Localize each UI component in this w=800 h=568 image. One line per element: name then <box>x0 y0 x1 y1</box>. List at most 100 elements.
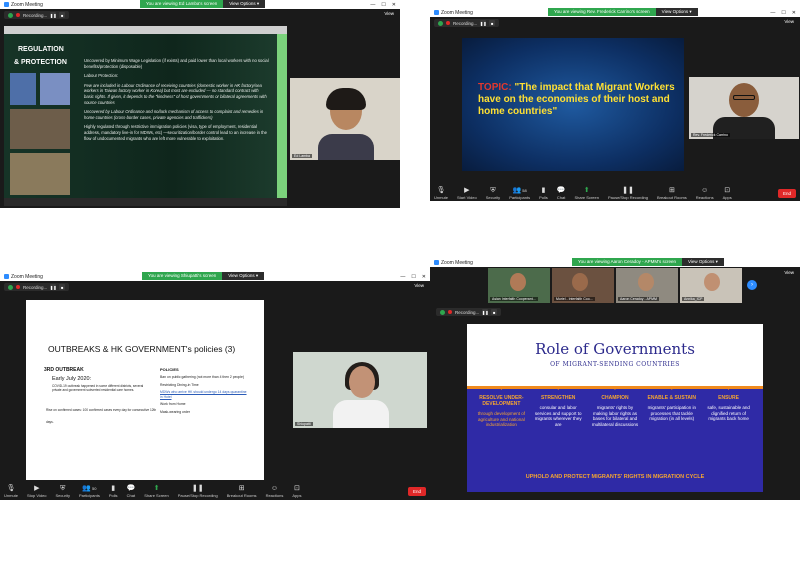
apps-icon: ⊡ <box>293 484 300 492</box>
close-icon[interactable]: ✕ <box>392 2 396 8</box>
pause-recording-icon[interactable]: ❚❚ <box>480 20 487 26</box>
close-icon[interactable]: ✕ <box>792 10 796 16</box>
column-4: ▼ ENABLE & SUSTAIN migrants' participati… <box>643 386 700 476</box>
next-participants-arrow-icon[interactable]: › <box>747 280 757 290</box>
view-button[interactable]: View <box>784 270 794 275</box>
view-button[interactable]: View <box>414 283 424 288</box>
zoom-logo-icon <box>434 260 439 265</box>
unmute-button[interactable]: 🎙 Unmute <box>4 485 18 498</box>
reactions-label: Reactions <box>265 492 284 498</box>
policy-1: Ban on public gathering (not more than 4… <box>160 375 245 379</box>
slide-topic-label: TOPIC: <box>478 82 512 93</box>
participants-label: Participants <box>509 194 531 200</box>
pause-stop-recording-button[interactable]: ❚❚ Pause/Stop Recording <box>178 485 218 498</box>
slide-text-body: Uncovered by Minimum Wage Legislation (i… <box>84 58 269 141</box>
zoom-logo-icon <box>4 274 9 279</box>
encryption-shield-icon <box>8 284 13 290</box>
participant-video: Ed Lamba <box>290 78 400 160</box>
apps-button[interactable]: ⊡ Apps <box>723 187 732 200</box>
recording-icon: ❚❚ <box>622 186 634 194</box>
window-title: Zoom Meeting <box>441 9 473 16</box>
breakout-rooms-button[interactable]: ⊞ Breakout Rooms <box>227 485 257 498</box>
breakout-rooms-button[interactable]: ⊞ Breakout Rooms <box>657 187 687 200</box>
video-camera-icon: ▶ <box>34 484 40 492</box>
column-head: RESOLVE UNDER-DEVELOPMENT <box>479 395 524 407</box>
minimize-icon[interactable]: — <box>400 274 405 280</box>
apps-label: Apps <box>292 492 302 498</box>
maximize-icon[interactable]: ☐ <box>381 2 385 8</box>
slide-footer: UPHOLD AND PROTECT MIGRANTS' RIGHTS IN M… <box>525 474 705 480</box>
stop-recording-icon[interactable]: ■ <box>491 309 498 315</box>
pause-recording-icon[interactable]: ❚❚ <box>50 12 57 18</box>
shield-icon: ⛨ <box>490 186 496 194</box>
slide-sub-left: 3RD OUTBREAK <box>44 367 84 373</box>
pause-stop-recording-button[interactable]: ❚❚ Pause/Stop Recording <box>608 187 648 200</box>
policy-4: Work from Home <box>160 402 186 407</box>
chat-button[interactable]: 💬 Chat <box>557 187 566 200</box>
view-options-button[interactable]: View Options ▾ <box>682 258 724 266</box>
participants-button[interactable]: 👥50 Participants <box>79 485 100 498</box>
participant-face <box>638 273 654 291</box>
close-icon[interactable]: ✕ <box>422 274 426 280</box>
end-meeting-button[interactable]: End <box>777 188 796 198</box>
chat-icon: 💬 <box>556 186 566 194</box>
recording-indicator: Recording... ❚❚ ■ <box>436 308 502 316</box>
shared-slide: TOPIC: "The impact that Migrant Workers … <box>462 38 684 171</box>
participant-face <box>510 273 526 291</box>
participant-tile: Aaron Ceradoy - APMM <box>616 268 678 303</box>
minimize-icon[interactable]: — <box>370 2 375 8</box>
end-meeting-button[interactable]: End <box>407 486 426 496</box>
meeting-toolbar: 🎙 Unmute ▶ Start Video ⛨ Security 👥58 Partic… <box>430 185 800 201</box>
column-body: consular and labor services and support … <box>534 405 582 427</box>
reactions-button[interactable]: ☺ Reactions <box>266 485 284 498</box>
participants-count: 50 <box>92 485 97 491</box>
security-button[interactable]: ⛨ Security <box>56 485 70 498</box>
slide-early-detail: COVID-19 outbreak happened in some diffe… <box>52 384 144 392</box>
polls-button[interactable]: ▮ Polls <box>109 485 118 498</box>
reactions-button[interactable]: ☺ Reactions <box>696 187 714 200</box>
maximize-icon[interactable]: ☐ <box>411 274 415 280</box>
stop-recording-icon[interactable]: ■ <box>59 12 66 18</box>
reactions-icon: ☺ <box>701 186 709 194</box>
share-banner: You are viewing Ed Lamba's screen View O… <box>140 0 266 8</box>
minimize-icon[interactable]: — <box>770 10 775 16</box>
photo-4 <box>10 153 70 195</box>
share-screen-button[interactable]: ⬆ Share Screen <box>144 485 168 498</box>
view-button[interactable]: View <box>784 19 794 24</box>
view-button[interactable]: View <box>384 11 394 16</box>
pause-recording-icon[interactable]: ❚❚ <box>482 309 489 315</box>
view-options-button[interactable]: View Options ▾ <box>222 272 265 280</box>
slide-bullet-4: Uncovered by Labour Ordinance and no/lac… <box>84 109 264 120</box>
stop-video-button[interactable]: ▶ Stop Video <box>27 485 47 498</box>
unmute-button[interactable]: 🎙 Unmute <box>434 187 448 200</box>
breakout-rooms-label: Breakout Rooms <box>226 492 257 498</box>
apps-button[interactable]: ⊡ Apps <box>292 485 301 498</box>
maximize-icon[interactable]: ☐ <box>781 10 785 16</box>
participant-shirt <box>318 134 374 160</box>
share-screen-button[interactable]: ⬆ Share Screen <box>574 187 598 200</box>
encryption-shield-icon <box>8 12 13 18</box>
view-options-button[interactable]: View Options ▾ <box>655 8 698 16</box>
polls-button[interactable]: ▮ Polls <box>539 187 548 200</box>
participant-glasses <box>733 95 755 100</box>
slide-early: Early July 2020: <box>52 376 92 382</box>
security-button[interactable]: ⛨ Security <box>486 187 500 200</box>
slide-columns: ▼ RESOLVE UNDER-DEVELOPMENT through deve… <box>473 386 757 476</box>
stop-recording-icon[interactable]: ■ <box>489 20 496 26</box>
slide-bullet-3: Few are included in Labour Ordinance of … <box>84 82 267 105</box>
participant-tile: Annika_ICP <box>680 268 742 303</box>
zoom-logo-icon <box>434 10 439 15</box>
participant-name: Rev. Frederick Carrino <box>691 133 730 137</box>
stop-recording-icon[interactable]: ■ <box>59 284 66 290</box>
zoom-window-q1: Zoom Meeting — ☐ ✕ You are viewing Ed Lamb… <box>0 0 400 208</box>
start-video-button[interactable]: ▶ Start Video <box>457 187 477 200</box>
microphone-icon: 🎙 <box>6 484 16 492</box>
video-camera-icon: ▶ <box>464 186 470 194</box>
pause-recording-icon[interactable]: ❚❚ <box>50 284 57 290</box>
chat-button[interactable]: 💬 Chat <box>127 485 136 498</box>
shared-slide: REGULATION & PROTECTION Uncovered by Min… <box>4 26 287 206</box>
share-screen-label: Share Screen <box>574 194 599 200</box>
view-options-button[interactable]: View Options ▾ <box>223 0 266 8</box>
participants-button[interactable]: 👥58 Participants <box>509 187 530 200</box>
share-screen-icon: ⬆ <box>583 186 590 194</box>
